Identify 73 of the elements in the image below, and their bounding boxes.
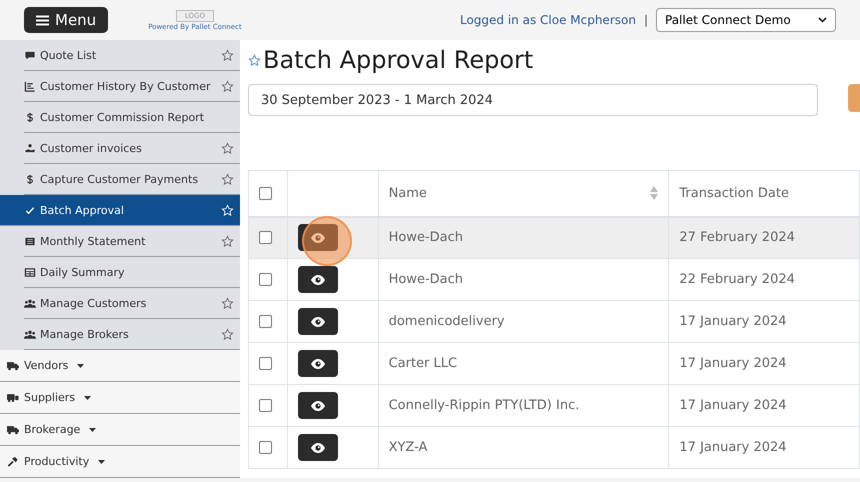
eye-icon [310, 274, 326, 286]
view-button[interactable] [298, 308, 338, 335]
view-button[interactable] [298, 266, 338, 293]
sidebar-item[interactable]: Quote List [24, 40, 240, 71]
sidebar-item[interactable]: Manage Brokers [24, 319, 240, 350]
company-select[interactable]: Pallet Connect Demo [656, 8, 836, 32]
sidebar-section[interactable]: Brokerage [0, 414, 240, 446]
table-cell: 27 February 2024 [668, 216, 860, 258]
check-icon [24, 204, 36, 216]
users-icon [24, 298, 36, 308]
chat-icon [24, 50, 36, 60]
page-title: Batch Approval Report [263, 46, 534, 74]
view-button[interactable] [298, 350, 338, 377]
row-checkbox[interactable] [259, 315, 272, 328]
sidebar-section[interactable]: Vendors [0, 350, 240, 382]
table-cell: 22 February 2024 [668, 258, 860, 300]
star-icon[interactable] [221, 172, 234, 186]
caret-icon [77, 364, 84, 368]
hand-coin-icon [24, 142, 36, 154]
bus-icon [7, 392, 19, 403]
sidebar-section[interactable]: Suppliers [0, 382, 240, 414]
star-icon[interactable] [221, 234, 234, 248]
truck-icon [7, 424, 19, 435]
favorite-star-icon[interactable] [248, 54, 261, 66]
separator-text: | [644, 13, 648, 27]
view-button[interactable] [298, 224, 338, 252]
row-checkbox[interactable] [259, 357, 272, 370]
table-cell: Connelly-Rippin PTY(LTD) Inc. [378, 384, 669, 426]
row-checkbox[interactable] [259, 399, 272, 412]
menu-icon [36, 14, 49, 26]
eye-icon [310, 316, 326, 328]
table-cell: 17 January 2024 [668, 384, 860, 426]
caret-icon [89, 428, 96, 432]
table-cell: Carter LLC [378, 342, 669, 384]
table-cell: XYZ-A [378, 426, 669, 468]
star-icon[interactable] [221, 142, 234, 154]
table-cell: domenicodelivery [378, 300, 669, 342]
view-button[interactable] [298, 392, 338, 419]
row-checkbox[interactable] [259, 231, 272, 244]
table-icon [24, 266, 36, 278]
date-range-field[interactable]: 30 September 2023 - 1 March 2024 [248, 84, 818, 116]
star-icon[interactable] [221, 80, 234, 92]
caret-icon [98, 460, 106, 464]
bar-list-icon [24, 80, 36, 92]
view-button[interactable] [298, 434, 338, 461]
statement-icon [24, 236, 36, 246]
hammer-icon [7, 456, 19, 467]
table-cell: 17 January 2024 [668, 426, 860, 468]
row-checkbox[interactable] [259, 441, 272, 454]
logged-in-link[interactable]: Logged in as Cloe Mcpherson [460, 13, 636, 27]
table-cell: Howe-Dach [378, 258, 669, 300]
menu-button[interactable]: Menu [24, 7, 108, 33]
click-marker [302, 216, 352, 266]
eye-icon [310, 442, 326, 454]
row-checkbox[interactable] [259, 273, 272, 286]
eye-icon [310, 400, 326, 412]
sidebar-item[interactable]: Manage Customers [24, 288, 240, 319]
sidebar-item[interactable]: Monthly Statement [24, 226, 240, 257]
sidebar-item[interactable]: Customer History By Customer [24, 71, 240, 102]
eye-icon [310, 358, 326, 370]
select-all-checkbox[interactable] [259, 186, 272, 200]
star-icon[interactable] [221, 48, 234, 62]
star-icon[interactable] [221, 296, 234, 310]
star-icon[interactable] [221, 328, 234, 340]
chevron-icon [818, 17, 827, 23]
table-cell: Howe-Dach [378, 216, 669, 258]
table-cell: 17 January 2024 [668, 342, 860, 384]
eye-icon [310, 232, 326, 244]
truck-icon [7, 360, 19, 371]
table-cell: 17 January 2024 [668, 300, 860, 342]
sidebar-item[interactable]: Batch Approval [0, 195, 240, 226]
caret-icon [84, 396, 92, 400]
users-icon [24, 328, 36, 340]
